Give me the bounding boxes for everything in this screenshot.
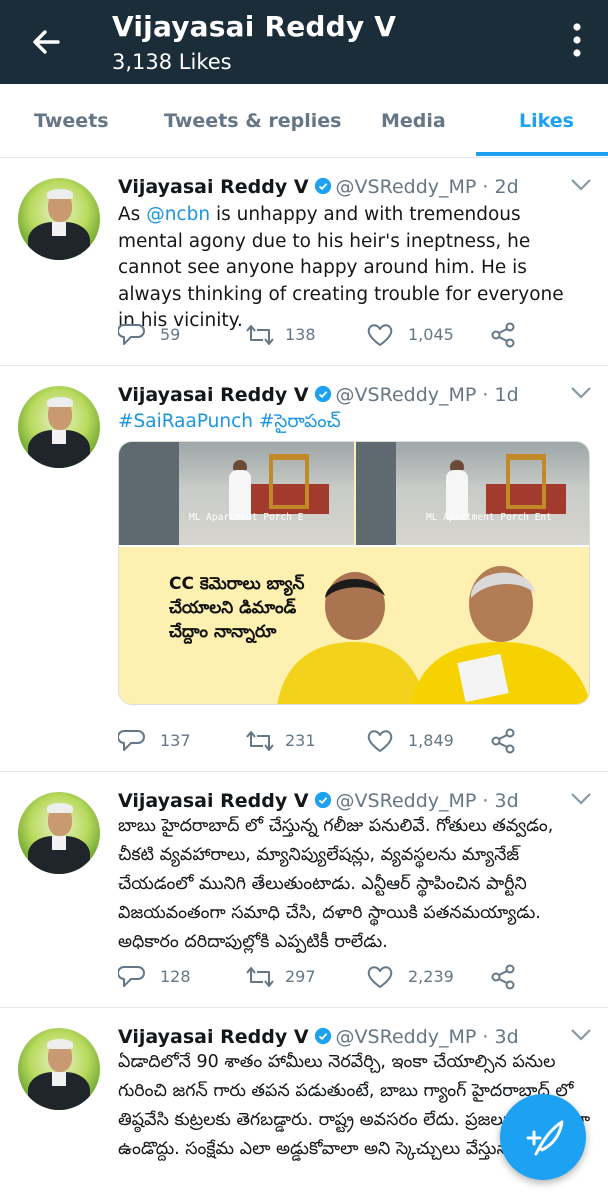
chevron-down-icon[interactable] <box>570 178 592 192</box>
author-name[interactable]: Vijayasai Reddy V <box>118 176 309 198</box>
author-name[interactable]: Vijayasai Reddy V <box>118 384 309 406</box>
tweet-text: బాబు హైదరాబాద్ లో చేస్తున్న గలీజు పనులివ… <box>118 816 554 952</box>
share-icon <box>491 322 515 348</box>
profile-tabs: Tweets Tweets & replies Media Likes <box>0 84 608 158</box>
tweet-actions: 137 231 1,849 <box>118 726 538 756</box>
author-name[interactable]: Vijayasai Reddy V <box>118 1026 309 1048</box>
timestamp: 3d <box>494 1026 519 1048</box>
reply-icon <box>118 730 145 751</box>
retweet-icon <box>246 967 274 987</box>
heart-icon <box>367 966 393 988</box>
back-arrow-icon[interactable] <box>26 22 66 62</box>
chevron-down-icon[interactable] <box>570 1028 592 1042</box>
compose-tweet-button[interactable] <box>500 1094 586 1180</box>
likes-count: 3,138 Likes <box>112 50 232 74</box>
author-handle[interactable]: @VSReddy_MP <box>336 790 477 812</box>
author-handle[interactable]: @VSReddy_MP <box>336 176 477 198</box>
tab-tweets-replies[interactable]: Tweets & replies <box>164 110 341 132</box>
retweet-count: 138 <box>285 325 316 344</box>
share-icon <box>491 964 515 990</box>
tab-likes[interactable]: Likes <box>519 110 574 132</box>
cctv-frame-right: ML Apartment Porch Ent <box>356 442 589 545</box>
author-handle[interactable]: @VSReddy_MP <box>336 1026 477 1048</box>
share-icon <box>491 728 515 754</box>
tweet-header: Vijayasai Reddy V @VSReddy_MP · 3d <box>118 1026 519 1048</box>
tweet[interactable]: Vijayasai Reddy V @VSReddy_MP · 1d #SaiRa… <box>0 366 608 772</box>
tweet-text: As @ncbn is unhappy and with tremendous … <box>118 202 578 335</box>
like-count: 2,239 <box>408 967 454 986</box>
tweet-actions: 59 138 1,045 <box>118 320 538 350</box>
retweet-icon <box>246 731 274 751</box>
meme-person-right <box>411 566 589 704</box>
chevron-down-icon[interactable] <box>570 792 592 806</box>
verified-badge-icon <box>314 791 331 809</box>
like-count: 1,849 <box>408 731 454 750</box>
tweet-actions: 128 297 2,239 <box>118 962 538 992</box>
verified-badge-icon <box>314 177 331 195</box>
tweet-text-start: As <box>118 204 147 225</box>
separator-dot: · <box>482 790 489 812</box>
tweet-image[interactable]: ML Apartment Porch E ML Apartment Porch … <box>118 441 590 705</box>
like-count: 1,045 <box>408 325 454 344</box>
tab-media[interactable]: Media <box>381 110 446 132</box>
avatar[interactable] <box>18 1028 100 1110</box>
avatar[interactable] <box>18 178 100 260</box>
separator-dot: · <box>482 176 489 198</box>
avatar[interactable] <box>18 792 100 874</box>
tweet[interactable]: Vijayasai Reddy V @VSReddy_MP · 3d బాబు హ… <box>0 772 608 1008</box>
compose-feather-icon <box>526 1120 564 1156</box>
verified-badge-icon <box>314 1027 331 1045</box>
active-tab-indicator <box>476 152 608 156</box>
profile-name-title: Vijayasai Reddy V <box>112 10 397 43</box>
cctv-caption-left: ML Apartment Porch E <box>189 512 304 523</box>
cctv-caption-right: ML Apartment Porch Ent <box>426 512 552 523</box>
separator-dot: · <box>482 384 489 406</box>
hashtags-link[interactable]: #SaiRaaPunch #సైరాపంచ్ <box>118 409 578 436</box>
tweet[interactable]: Vijayasai Reddy V @VSReddy_MP · 2d As @nc… <box>0 158 608 366</box>
cctv-frame-left: ML Apartment Porch E <box>119 442 354 545</box>
retweet-count: 231 <box>285 731 316 750</box>
timestamp: 1d <box>494 384 519 406</box>
heart-icon <box>367 324 393 346</box>
reply-icon <box>118 324 145 345</box>
timestamp: 3d <box>494 790 519 812</box>
more-options-icon[interactable] <box>570 20 584 60</box>
reply-count: 128 <box>160 967 191 986</box>
reply-icon <box>118 966 145 987</box>
verified-badge-icon <box>314 385 331 403</box>
tweet-header: Vijayasai Reddy V @VSReddy_MP · 1d <box>118 384 519 406</box>
tweet-header: Vijayasai Reddy V @VSReddy_MP · 2d <box>118 176 519 198</box>
reply-count: 137 <box>160 731 191 750</box>
mention-link[interactable]: @ncbn <box>146 204 210 225</box>
top-bar: Vijayasai Reddy V 3,138 Likes <box>0 0 608 84</box>
separator-dot: · <box>482 1026 489 1048</box>
reply-count: 59 <box>160 325 181 344</box>
retweet-icon <box>246 325 274 345</box>
chevron-down-icon[interactable] <box>570 386 592 400</box>
tweet-header: Vijayasai Reddy V @VSReddy_MP · 3d <box>118 790 519 812</box>
retweet-count: 297 <box>285 967 316 986</box>
avatar[interactable] <box>18 386 100 468</box>
tab-tweets[interactable]: Tweets <box>34 110 109 132</box>
author-handle[interactable]: @VSReddy_MP <box>336 384 477 406</box>
timestamp: 2d <box>494 176 519 198</box>
heart-icon <box>367 730 393 752</box>
author-name[interactable]: Vijayasai Reddy V <box>118 790 309 812</box>
